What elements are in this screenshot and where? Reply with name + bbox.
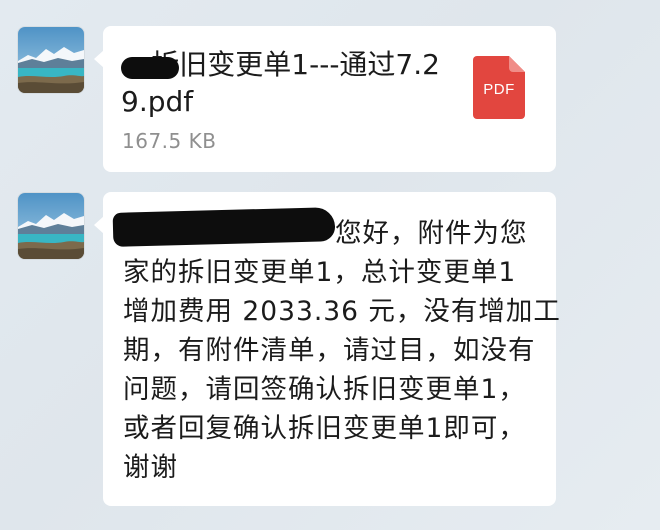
file-message-bubble[interactable]: ---拆旧变更单1---通过7.29.pdf 167.5 KB PDF <box>94 26 556 172</box>
message-line: 或者回复确认拆旧变更单1即可， <box>123 413 526 444</box>
message-line: 增加费用 2033.36 元，没有增加工 <box>123 296 561 327</box>
landscape-avatar-icon[interactable] <box>18 193 84 259</box>
message-line: 家的拆旧变更单1，总计变更单1 <box>123 257 517 288</box>
text-message-bubble[interactable]: 您好，附件为您 家的拆旧变更单1，总计变更单1 增加费用 2033.36 元，没… <box>94 192 560 506</box>
message-line: 问题，请回签确认拆旧变更单1， <box>123 374 526 405</box>
chat-area: ---拆旧变更单1---通过7.29.pdf 167.5 KB PDF 您好，附… <box>0 0 660 530</box>
pdf-file-icon: PDF <box>473 56 525 119</box>
file-size: 167.5 KB <box>122 129 217 153</box>
message-line: 谢谢 <box>123 452 178 483</box>
message-line: 您好，附件为您 <box>335 218 528 249</box>
landscape-avatar-icon[interactable] <box>18 27 84 93</box>
redaction-mark <box>121 57 179 79</box>
redaction-mark <box>112 207 336 247</box>
pdf-type-label: PDF <box>483 81 515 98</box>
message-line: 期，有附件清单，请过目，如没有 <box>123 335 536 366</box>
